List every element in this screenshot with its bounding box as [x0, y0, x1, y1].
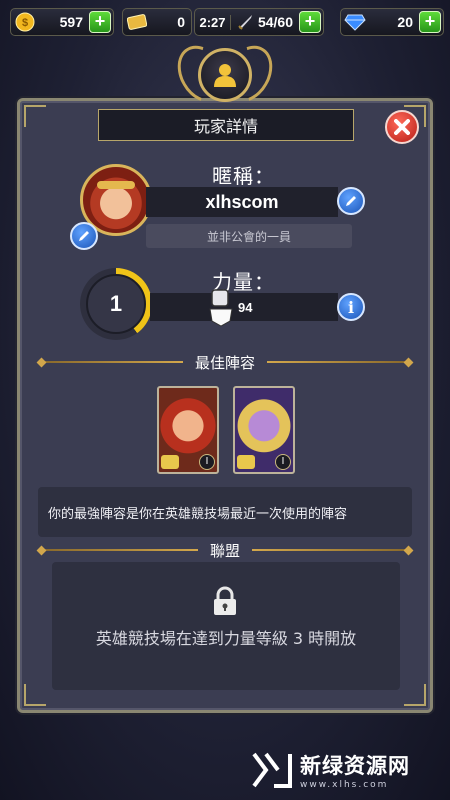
close-icon [394, 119, 410, 135]
gem-value: 20 [397, 14, 413, 30]
edit-nickname-button[interactable] [337, 187, 365, 215]
svg-text:$: $ [22, 17, 28, 29]
divider-ornament [36, 357, 47, 367]
player-level-ring: 1 [80, 268, 152, 340]
gold-coin-icon: $ [14, 11, 36, 33]
divider-line [267, 361, 406, 363]
energy-value: 54/60 [257, 14, 293, 30]
divider-ornament [36, 545, 47, 555]
power-info-button[interactable]: i [337, 293, 365, 321]
sword-icon [234, 11, 256, 33]
add-energy-button[interactable]: + [299, 11, 321, 33]
gold-counter: $ 597 + [10, 8, 114, 36]
edit-avatar-button[interactable] [70, 222, 98, 250]
watermark-url: www.xlhs.com [300, 780, 389, 790]
divider-ornament [403, 357, 414, 367]
gem-counter: 20 + [340, 8, 444, 36]
player-level: 1 [86, 274, 146, 334]
pencil-icon [346, 196, 356, 206]
ticket-counter: 0 [122, 8, 192, 36]
divider-line [45, 361, 183, 363]
hero-class-icon [237, 455, 255, 469]
divider-line [45, 549, 198, 551]
resource-bar: $ 597 + 0 2:27 54/60 + 20 + [8, 8, 444, 36]
alliance-title: 聯盟 [210, 541, 241, 560]
gold-value: 597 [59, 14, 83, 30]
fist-power-icon [209, 289, 233, 327]
dialog-title: 玩家詳情 [98, 109, 354, 141]
ticket-value: 0 [177, 14, 185, 30]
hero-level-badge: I [199, 454, 215, 470]
lock-icon [214, 586, 236, 615]
nickname-label: 暱稱： [212, 164, 275, 188]
divider-line [252, 549, 406, 551]
frame-ornament [404, 684, 426, 706]
add-gems-button[interactable]: + [419, 11, 441, 33]
close-button[interactable] [385, 110, 419, 144]
energy-counter: 2:27 54/60 + [194, 8, 324, 36]
best-team-title: 最佳陣容 [195, 353, 256, 372]
pencil-icon [79, 231, 89, 241]
guild-status: 並非公會的一員 [146, 224, 352, 248]
hero-card[interactable]: I [233, 386, 295, 474]
add-gold-button[interactable]: + [89, 11, 111, 33]
alliance-divider: 聯盟 [36, 540, 414, 560]
watermark: 新绿资源网 www.xlhs.com [250, 746, 440, 794]
nickname-value: xlhscom [146, 187, 338, 217]
watermark-logo-icon [252, 752, 292, 788]
alliance-locked-text: 英雄競技場在達到力量等級 3 時開放 [95, 629, 357, 648]
hero-class-icon [161, 455, 179, 469]
hero-level-badge: I [275, 454, 291, 470]
ticket-icon [126, 11, 148, 33]
energy-timer: 2:27 [195, 14, 231, 30]
divider-ornament [403, 545, 414, 555]
frame-ornament [24, 684, 46, 706]
watermark-title: 新绿资源网 [300, 754, 410, 778]
best-team-divider: 最佳陣容 [36, 352, 414, 372]
frame-ornament [24, 105, 46, 127]
best-team-info: 你的最強陣容是你在英雄競技場最近一次使用的陣容 [38, 487, 412, 537]
player-crest-icon [198, 48, 252, 102]
power-value: 94 [238, 300, 253, 315]
gem-icon [344, 11, 366, 33]
hero-card[interactable]: I [157, 386, 219, 474]
info-icon: i [347, 297, 355, 317]
